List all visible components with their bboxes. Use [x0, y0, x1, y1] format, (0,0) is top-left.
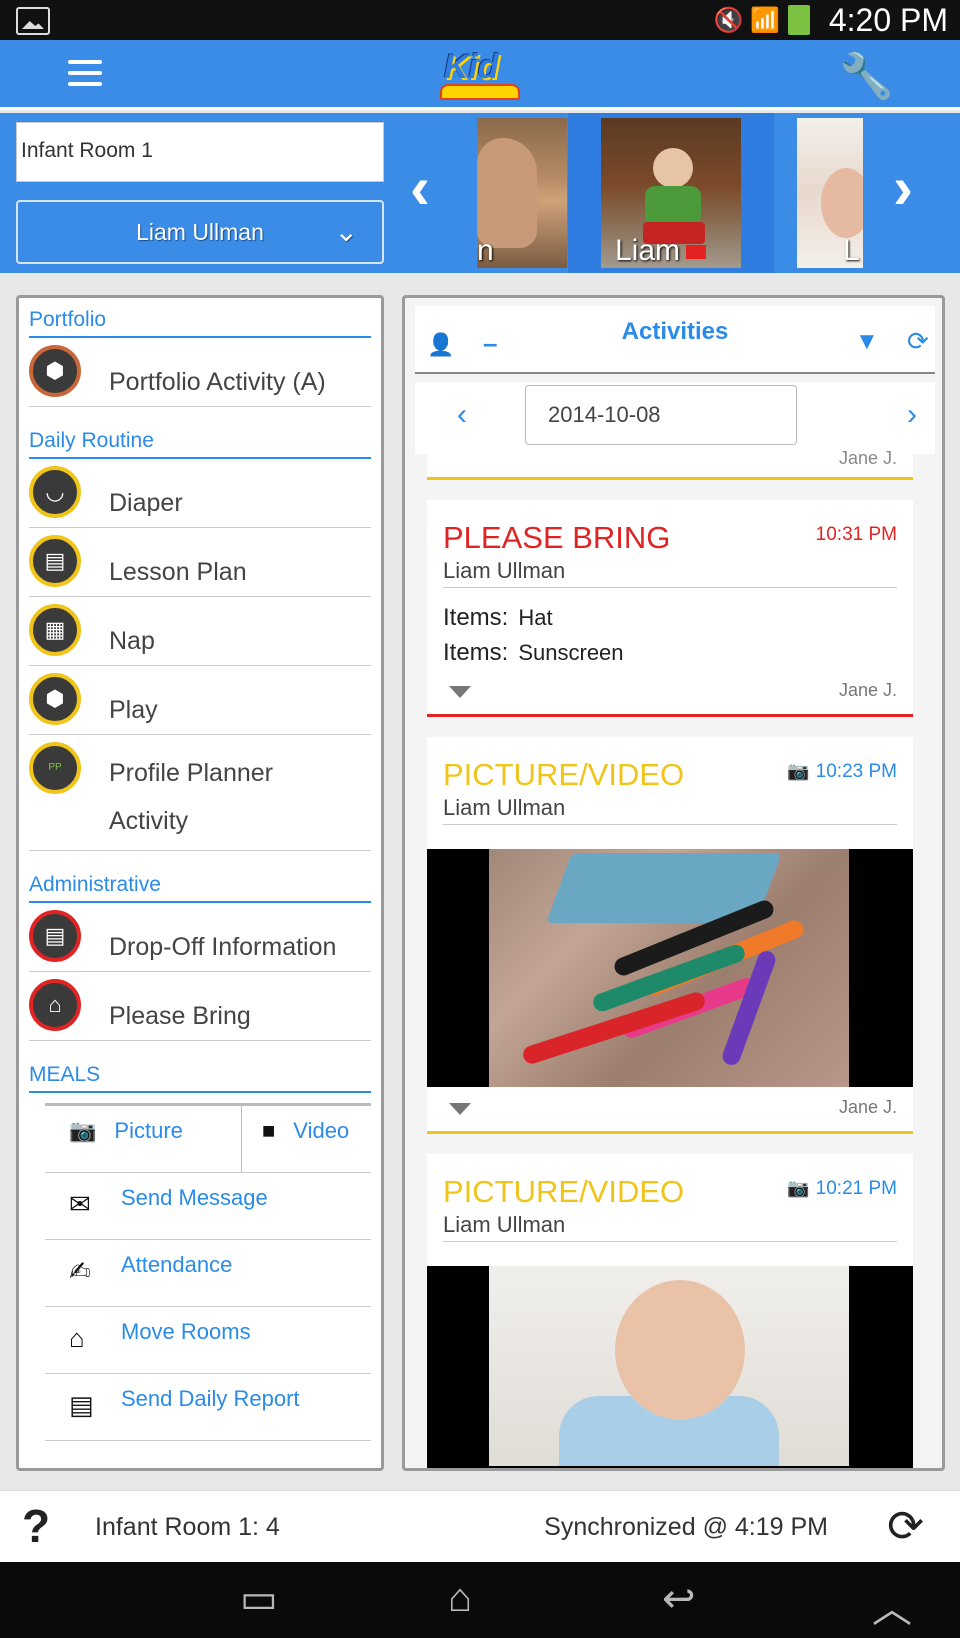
envelope-icon: ✉	[69, 1189, 91, 1219]
activity-card-picture[interactable]: PICTURE/VIDEO 📷 10:21 PM Liam Ullman	[427, 1154, 913, 1468]
picture-button[interactable]: 📷 Picture	[69, 1106, 183, 1172]
child-thumbnail[interactable]: n	[477, 118, 567, 268]
section-meals: MEALS	[29, 1041, 371, 1093]
move-rooms-button[interactable]: ⌂ Move Rooms	[45, 1307, 371, 1374]
activity-child: Liam Ullman	[443, 795, 566, 820]
section-daily-routine: Daily Routine	[29, 407, 371, 459]
sync-status: Synchronized @ 4:19 PM	[544, 1513, 828, 1541]
thumbnail-label: L	[843, 234, 860, 267]
help-icon[interactable]: ?	[22, 1499, 50, 1553]
activity-menu-panel: Portfolio ⬢ Portfolio Activity (A) Daily…	[16, 295, 384, 1471]
activity-card-please-bring[interactable]: PLEASE BRING 10:31 PM Liam Ullman Items:…	[427, 500, 913, 717]
room-count: Infant Room 1: 4	[95, 1513, 280, 1541]
next-child-arrow-icon[interactable]: ›	[893, 158, 913, 218]
battery-icon	[788, 5, 810, 35]
app-header: Kid 🔧	[0, 40, 960, 110]
video-button[interactable]: ■ Video	[241, 1106, 349, 1172]
thumbnail-label: n	[477, 234, 494, 267]
menu-item-lesson-plan[interactable]: ▤ Lesson Plan	[29, 528, 371, 597]
kidreports-logo: Kid	[440, 44, 520, 104]
camera-icon: 📷	[787, 1178, 810, 1198]
activity-type: PICTURE/VIDEO	[443, 1174, 685, 1209]
menu-item-please-bring[interactable]: ⌂ Please Bring	[29, 972, 371, 1041]
activity-feed: Jane J. PLEASE BRING 10:31 PM Liam Ullma…	[427, 448, 913, 1468]
activity-time: 10:31 PM	[815, 524, 897, 545]
send-daily-report-button[interactable]: ▤ Send Daily Report	[45, 1374, 371, 1441]
blocks-icon: ⬢	[29, 345, 81, 397]
recent-apps-icon[interactable]: ▭	[240, 1576, 278, 1622]
child-dropdown-value: Liam Ullman	[136, 219, 264, 245]
menu-item-drop-off[interactable]: ▤ Drop-Off Information	[29, 903, 371, 972]
activities-header: 👤 – Activities ▼ ⟳	[415, 306, 935, 374]
menu-item-play[interactable]: ⬢ Play	[29, 666, 371, 735]
date-navigator: ‹ 2014-10-08 ›	[415, 382, 935, 454]
room-field[interactable]: Infant Room 1	[16, 122, 384, 182]
book-icon: ▤	[29, 535, 81, 587]
activity-author: Jane J.	[838, 680, 897, 700]
clipboard-icon: ▤	[29, 910, 81, 962]
activity-card-picture[interactable]: PICTURE/VIDEO 📷 10:23 PM Liam Ullman Jane…	[427, 737, 913, 1134]
chevron-up-icon[interactable]: ︿	[872, 1576, 912, 1634]
section-portfolio: Portfolio	[29, 298, 371, 338]
prev-date-icon[interactable]: ‹	[457, 398, 467, 432]
mute-wifi-icons: 🔇 📶	[713, 7, 780, 34]
prev-child-arrow-icon[interactable]: ‹	[410, 158, 430, 218]
gallery-notification-icon	[16, 7, 50, 35]
section-administrative: Administrative	[29, 851, 371, 903]
child-thumbnail[interactable]: L	[797, 118, 863, 268]
menu-item-nap[interactable]: ▦ Nap	[29, 597, 371, 666]
chevron-down-icon: ⌄	[334, 216, 358, 247]
expand-triangle-icon[interactable]	[449, 686, 471, 698]
status-time: 4:20 PM	[828, 2, 948, 38]
diaper-icon: ◡	[29, 466, 81, 518]
thumbnail-label: Liam	[615, 234, 681, 267]
house-icon: ⌂	[69, 1323, 85, 1353]
activity-card-partial: Jane J.	[427, 448, 913, 480]
child-dropdown[interactable]: Liam Ullman ⌄	[16, 200, 384, 264]
crib-icon: ▦	[29, 604, 81, 656]
activity-items: Items: Hat Items: Sunscreen	[443, 604, 624, 666]
camera-icon: 📷	[69, 1118, 97, 1143]
activity-time: 10:23 PM	[815, 761, 897, 782]
menu-item-profile-planner[interactable]: PP Profile Planner Activity	[29, 735, 371, 851]
activity-child: Liam Ullman	[443, 558, 566, 583]
status-footer: ? Infant Room 1: 4 Synchronized @ 4:19 P…	[0, 1490, 960, 1562]
bag-icon: ⌂	[29, 979, 81, 1031]
activity-time: 10:21 PM	[815, 1178, 897, 1199]
activity-type: PLEASE BRING	[443, 520, 671, 555]
send-message-button[interactable]: ✉ Send Message	[45, 1173, 371, 1240]
next-date-icon[interactable]: ›	[907, 398, 917, 432]
blocks-icon: ⬢	[29, 673, 81, 725]
activity-child: Liam Ullman	[443, 1212, 566, 1237]
activity-type: PICTURE/VIDEO	[443, 757, 685, 792]
activity-author: Jane J.	[838, 1097, 897, 1117]
wrench-icon[interactable]: 🔧	[839, 50, 894, 102]
camera-icon: 📷	[787, 761, 810, 781]
date-field[interactable]: 2014-10-08	[525, 385, 797, 445]
activities-panel: 👤 – Activities ▼ ⟳ ‹ 2014-10-08 › Jane J…	[402, 295, 945, 1471]
refresh-icon[interactable]: ⟳	[907, 326, 929, 357]
child-selector-band: Infant Room 1 Liam Ullman ⌄ ‹ n Liam L ›	[0, 113, 960, 273]
activity-photo[interactable]	[427, 1266, 913, 1468]
hamburger-icon[interactable]	[68, 60, 102, 88]
activity-photo[interactable]	[427, 849, 913, 1087]
home-icon[interactable]: ⌂	[448, 1576, 472, 1621]
report-icon: ▤	[69, 1390, 94, 1420]
status-bar: 🔇 📶 4:20 PM	[0, 0, 960, 40]
back-icon[interactable]: ↩	[662, 1576, 696, 1622]
filter-icon[interactable]: ▼	[855, 328, 879, 356]
attendance-icon: ✍	[69, 1256, 91, 1286]
menu-item-diaper[interactable]: ◡ Diaper	[29, 459, 371, 528]
sync-icon[interactable]: ⟳	[887, 1501, 924, 1552]
system-nav-bar: ▭ ⌂ ↩ ︿	[0, 1562, 960, 1638]
menu-item-portfolio-activity[interactable]: ⬢ Portfolio Activity (A)	[29, 338, 371, 407]
expand-triangle-icon[interactable]	[449, 1103, 471, 1115]
media-buttons: 📷 Picture ■ Video	[45, 1103, 371, 1173]
flag-icon	[686, 245, 707, 260]
child-thumbnail-selected[interactable]: Liam	[601, 118, 741, 268]
video-camera-icon: ■	[262, 1118, 276, 1143]
attendance-button[interactable]: ✍ Attendance	[45, 1240, 371, 1307]
profile-planner-icon: PP	[29, 742, 81, 794]
